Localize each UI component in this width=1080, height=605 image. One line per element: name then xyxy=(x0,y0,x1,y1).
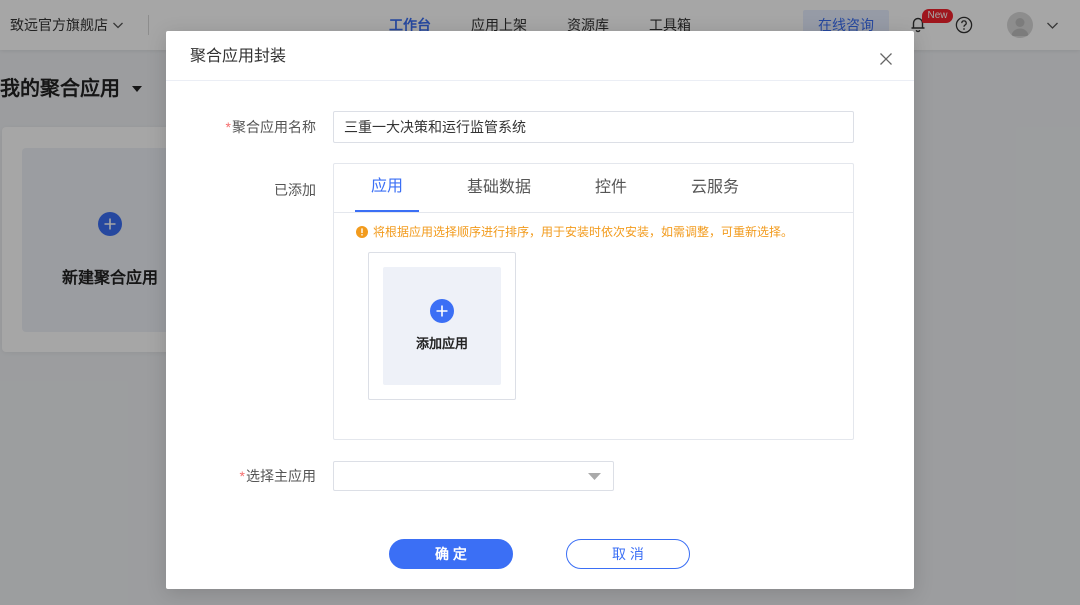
cancel-button[interactable]: 取 消 xyxy=(566,539,690,569)
confirm-button[interactable]: 确 定 xyxy=(389,539,513,569)
add-app-label: 添加应用 xyxy=(415,336,468,351)
tab-base-data[interactable]: 基础数据 xyxy=(451,164,547,212)
add-app-card: 添加应用 xyxy=(368,252,516,400)
tab-bar: 应用 基础数据 控件 云服务 xyxy=(334,164,853,213)
main-app-label: *选择主应用 xyxy=(166,461,316,491)
dialog-title: 聚合应用封装 xyxy=(190,48,287,65)
tab-apps[interactable]: 应用 xyxy=(355,164,419,212)
tab-cloud-services[interactable]: 云服务 xyxy=(675,164,755,212)
added-items-tabs: 应用 基础数据 控件 云服务 将根据应用选择顺序进行排序，用于安装时依次安装，如… xyxy=(333,163,854,440)
app-name-input[interactable] xyxy=(333,111,854,143)
close-icon[interactable] xyxy=(879,52,893,66)
app-name-label: *聚合应用名称 xyxy=(166,111,316,143)
added-label: 已添加 xyxy=(274,182,316,198)
sort-order-notice: 将根据应用选择顺序进行排序，用于安装时依次安装，如需调整，可重新选择。 xyxy=(373,225,794,239)
aggregate-app-package-dialog: 聚合应用封装 *聚合应用名称 已添加 应用 基础数据 控件 云服务 将根据应用选… xyxy=(166,31,914,589)
warning-circle-icon xyxy=(356,226,368,238)
dialog-header: 聚合应用封装 xyxy=(166,31,914,81)
app-name-label-text: 聚合应用名称 xyxy=(232,119,316,135)
required-mark: * xyxy=(239,468,245,484)
tab-controls[interactable]: 控件 xyxy=(579,164,643,212)
add-app-button[interactable]: 添加应用 xyxy=(383,267,501,385)
main-app-label-text: 选择主应用 xyxy=(246,468,316,484)
required-mark: * xyxy=(225,119,231,135)
plus-circle-icon xyxy=(430,299,454,323)
main-app-select[interactable] xyxy=(333,461,614,491)
caret-down-icon xyxy=(588,473,601,480)
